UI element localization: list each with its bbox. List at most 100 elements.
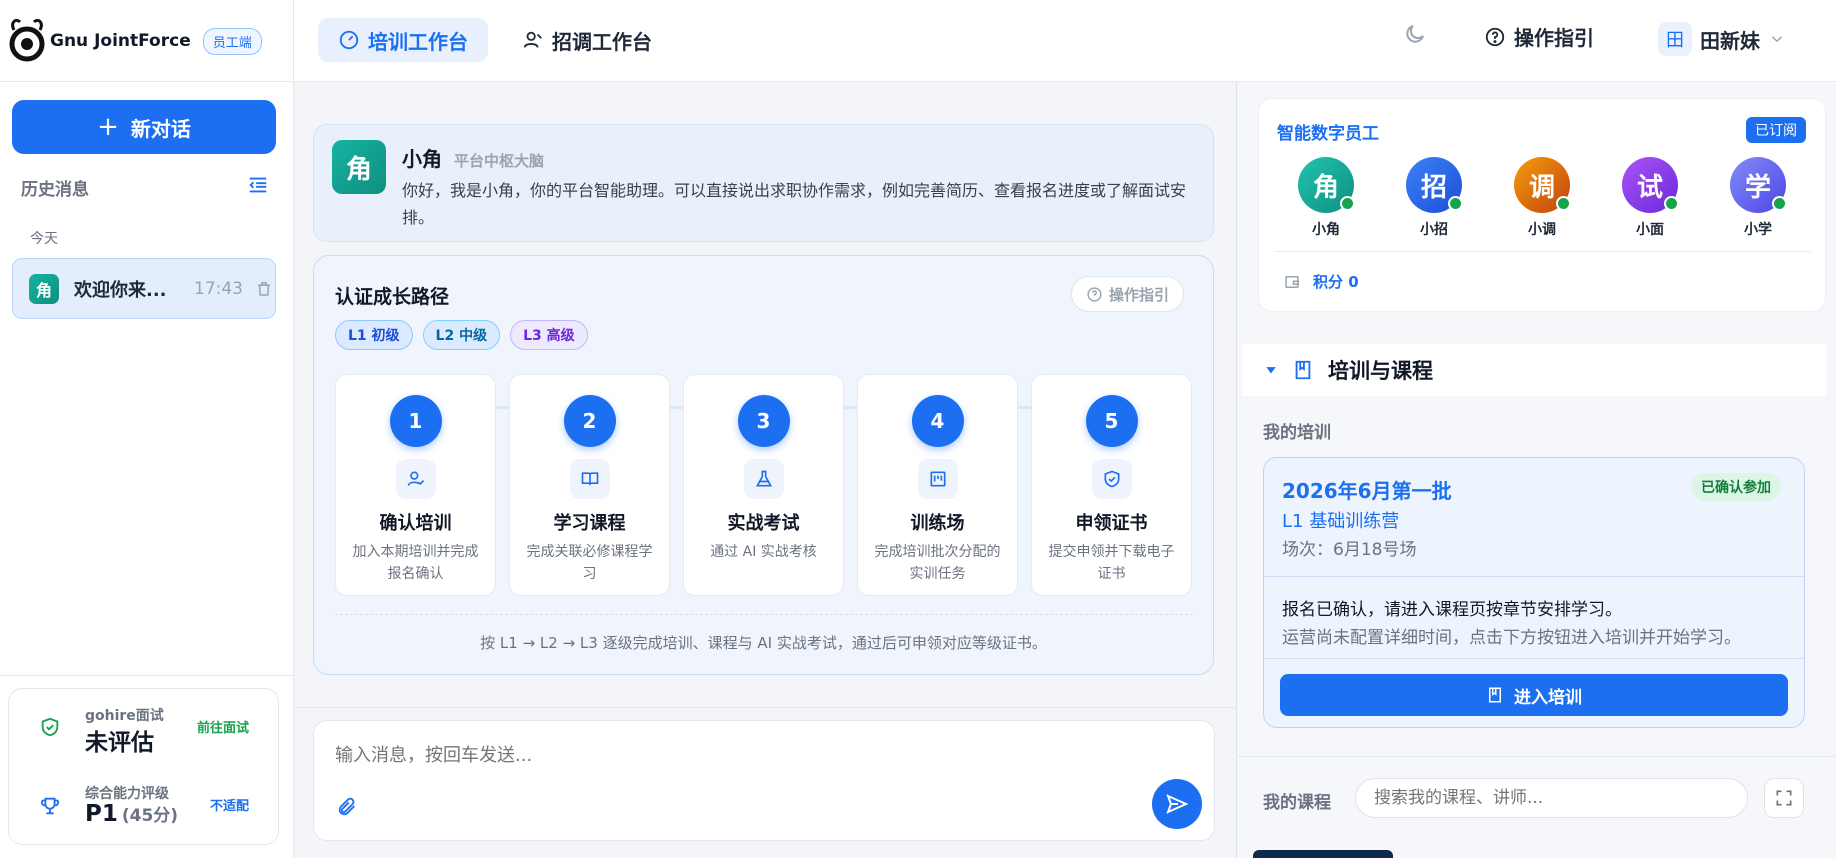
employee-avatar: 试 <box>1622 157 1679 213</box>
expand-button[interactable] <box>1764 778 1804 818</box>
kanban-icon <box>917 459 958 499</box>
growth-path-card: 认证成长路径 操作指引 L1 初级 L2 中级 L3 高级 1 确认培训 加入本… <box>313 255 1214 675</box>
ability-rating: P1 (45分) <box>85 801 178 827</box>
message-composer <box>313 720 1215 841</box>
online-dot <box>1772 196 1787 211</box>
conversation-title: 欢迎你来... <box>74 279 167 301</box>
user-name: 田新妹 <box>1700 28 1760 53</box>
employee-avatar: 招 <box>1406 157 1463 213</box>
online-dot <box>1340 196 1355 211</box>
caret-down-icon <box>1266 367 1276 374</box>
bookmark-icon <box>1295 360 1311 380</box>
user-menu[interactable]: 田 田新妹 <box>1658 22 1786 56</box>
shield-check-icon <box>1091 459 1132 499</box>
gnu-logo-icon[interactable] <box>8 16 46 66</box>
tab-transfer-workbench[interactable]: 招调工作台 <box>502 18 672 62</box>
section-title: 培训与课程 <box>1328 359 1433 383</box>
enter-training-label: 进入培训 <box>1514 687 1582 708</box>
level-badge-l2: L2 中级 <box>422 320 501 350</box>
shield-check-icon <box>39 716 61 742</box>
step-study-course[interactable]: 2 学习课程 完成关联必修课程学习 <box>509 374 670 596</box>
level-badges: L1 初级 L2 中级 L3 高级 <box>335 320 588 350</box>
step-title: 申领证书 <box>1075 513 1148 534</box>
paperclip-icon[interactable] <box>336 796 358 822</box>
ability-label: 综合能力评级 <box>85 786 169 802</box>
assistant-message: 你好，我是小角，你的平台智能助理。可以直接说出求职协作需求，例如完善简历、查看报… <box>402 181 1187 227</box>
enter-training-button[interactable]: 进入培训 <box>1280 674 1788 716</box>
help-circle-icon <box>1087 286 1102 302</box>
path-title: 认证成长路径 <box>335 286 450 308</box>
divider <box>0 675 294 676</box>
step-practical-exam[interactable]: 3 实战考试 通过 AI 实战考核 <box>683 374 844 596</box>
employee-xiaomian[interactable]: 试 小面 <box>1610 157 1690 239</box>
step-title: 实战考试 <box>727 513 800 534</box>
step-number: 1 <box>389 395 442 447</box>
step-desc: 通过 AI 实战考核 <box>710 544 817 560</box>
assistant-avatar: 角 <box>332 140 386 194</box>
my-courses-label: 我的课程 <box>1263 793 1331 813</box>
interview-value: 未评估 <box>85 730 154 756</box>
step-number: 2 <box>563 395 616 447</box>
level-badge-l1: L1 初级 <box>335 320 413 350</box>
course-thumbnail[interactable] <box>1253 850 1393 858</box>
step-number: 5 <box>1085 395 1138 447</box>
gauge-icon <box>339 30 359 50</box>
go-interview-link[interactable]: 前往面试 <box>197 717 249 736</box>
composer-divider <box>294 707 1236 708</box>
guide-button[interactable]: 操作指引 <box>1484 22 1594 51</box>
employee-xiaoxue[interactable]: 学 小学 <box>1718 157 1798 239</box>
digital-staff-title: 智能数字员工 <box>1277 124 1379 144</box>
level-badge-l3: L3 高级 <box>510 320 588 350</box>
path-guide-button[interactable]: 操作指引 <box>1071 276 1185 312</box>
brand-name: Gnu JointForce <box>50 31 191 51</box>
online-dot <box>1448 196 1463 211</box>
conversation-item[interactable]: 角 欢迎你来... 17:43 <box>12 258 276 319</box>
batch-name: 2026年6月第一批 <box>1282 479 1452 503</box>
step-title: 确认培训 <box>379 513 452 534</box>
book-open-icon <box>569 459 610 499</box>
employee-xiaozhao[interactable]: 招 小招 <box>1394 157 1474 239</box>
note-main: 报名已确认，请进入课程页按章节安排学习。 <box>1282 600 1622 620</box>
step-training-ground[interactable]: 4 训练场 完成培训批次分配的实训任务 <box>857 374 1018 596</box>
employee-name: 小角 <box>1312 222 1340 238</box>
plus-icon: + <box>97 112 119 142</box>
step-desc: 加入本期培训并完成报名确认 <box>352 544 479 582</box>
employee-xiaojiao[interactable]: 角 小角 <box>1286 157 1366 239</box>
note-sub: 运营尚未配置详细时间，点击下方按钮进入培训并开始学习。 <box>1282 628 1741 648</box>
course-search-input[interactable] <box>1355 778 1748 818</box>
points-display[interactable]: 积分 0 <box>1283 271 1359 292</box>
bookmark-icon <box>1489 687 1501 703</box>
step-apply-certificate[interactable]: 5 申领证书 提交申领并下载电子证书 <box>1031 374 1192 596</box>
path-footer: 按 L1 → L2 → L3 逐级完成培训、课程与 AI 实战考试，通过后可申领… <box>480 634 1047 652</box>
training-batch-card[interactable]: 2026年6月第一批 已确认参加 L1 基础训练营 场次：6月18号场 报名已确… <box>1263 457 1805 728</box>
employee-xiaodiao[interactable]: 调 小调 <box>1502 157 1582 239</box>
fullscreen-icon <box>1776 790 1792 806</box>
evaluation-card: gohire面试 未评估 前往面试 综合能力评级 P1 (45分) 不适配 <box>8 688 279 845</box>
send-button[interactable] <box>1152 779 1202 829</box>
user-avatar: 田 <box>1658 22 1692 56</box>
conversation-avatar: 角 <box>29 273 59 304</box>
tab-label: 招调工作台 <box>552 29 652 54</box>
training-course-section-header[interactable]: 培训与课程 <box>1242 344 1826 396</box>
subscribed-badge: 已订阅 <box>1746 117 1806 143</box>
step-confirm-training[interactable]: 1 确认培训 加入本期培训并完成报名确认 <box>335 374 496 596</box>
status-badge: 已确认参加 <box>1691 473 1781 501</box>
divider <box>1264 658 1804 659</box>
ability-score: (45分) <box>121 806 179 826</box>
camp-name: L1 基础训练营 <box>1282 511 1400 532</box>
tab-training-workbench[interactable]: 培训工作台 <box>318 18 488 62</box>
trophy-icon <box>39 795 61 821</box>
employee-avatar: 角 <box>1298 157 1355 213</box>
message-input[interactable] <box>335 739 1135 771</box>
employee-name: 小学 <box>1744 222 1772 238</box>
session-info: 场次：6月18号场 <box>1282 540 1417 560</box>
wallet-icon <box>1285 275 1299 288</box>
theme-toggle[interactable] <box>1403 22 1427 46</box>
step-desc: 完成关联必修课程学习 <box>526 544 653 582</box>
step-desc: 提交申领并下载电子证书 <box>1048 544 1175 582</box>
collapse-sidebar-icon[interactable] <box>247 174 269 200</box>
assistant-subtitle: 平台中枢大脑 <box>454 152 545 170</box>
divider <box>1264 576 1804 577</box>
new-chat-button[interactable]: + 新对话 <box>12 100 276 154</box>
trash-icon[interactable] <box>255 280 273 298</box>
